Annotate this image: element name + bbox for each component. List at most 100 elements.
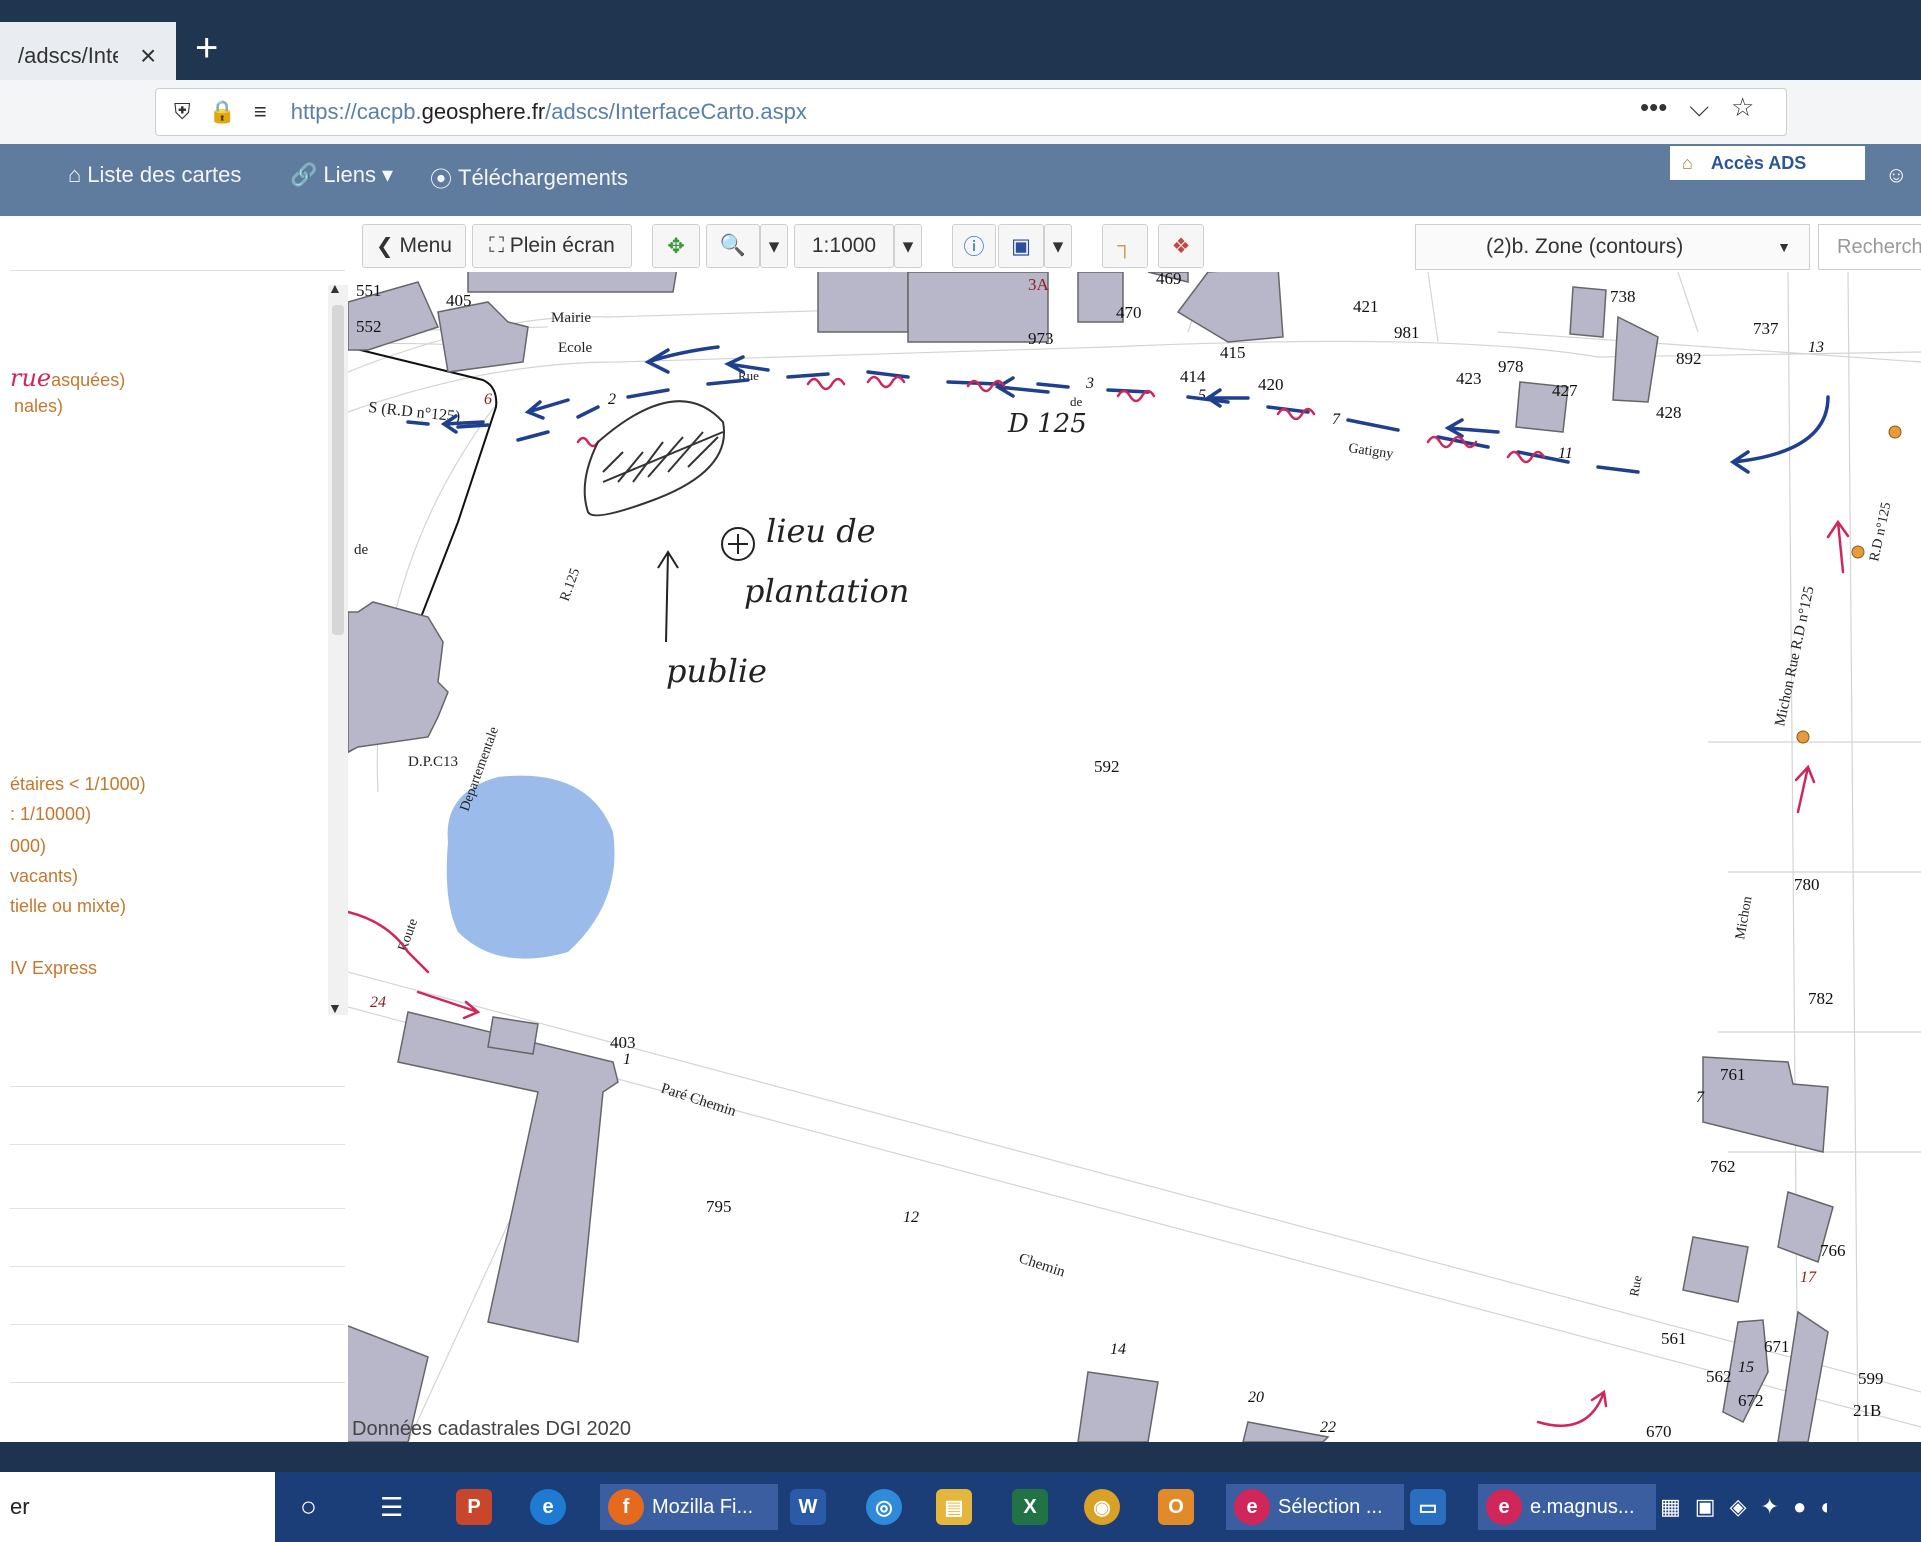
zoom-search-icon[interactable]: 🔍	[706, 224, 760, 268]
shield-icon[interactable]: ⛨	[174, 99, 191, 125]
pocket-icon[interactable]: ⌵	[1689, 92, 1709, 124]
info-icon[interactable]: ⓘ	[952, 224, 996, 268]
street-number: 5	[1198, 387, 1206, 404]
onedrive-icon[interactable]: ●	[1793, 1494, 1806, 1520]
chevron-down-icon: ▼	[1777, 239, 1791, 255]
map-label: Mairie	[551, 310, 591, 326]
file-explorer-icon[interactable]: ▤	[936, 1484, 972, 1530]
parcel-number: 766	[1820, 1241, 1846, 1260]
handwritten-plantation: plantation	[744, 572, 909, 610]
powerpoint-icon[interactable]: P	[456, 1484, 492, 1530]
chevron-down-icon[interactable]: ▾	[894, 224, 922, 268]
word-icon[interactable]: W	[790, 1484, 826, 1530]
new-tab-button[interactable]: +	[195, 28, 218, 68]
divider	[10, 1324, 345, 1325]
browser-tab-bar	[0, 0, 1921, 90]
acces-ads-button[interactable]: ⌂ Accès ADS	[1670, 146, 1865, 180]
street-number: 2	[608, 391, 616, 408]
nav-telechargements[interactable]: ⦿ Téléchargements	[430, 162, 628, 194]
meet-icon[interactable]: ▣	[1695, 1494, 1716, 1520]
url-text: https://cacpb.geosphere.fr/adscs/Interfa…	[290, 99, 807, 124]
parcel-number: 738	[1610, 287, 1636, 306]
globe-icon[interactable]: ◎	[866, 1484, 902, 1530]
edge-icon[interactable]: e	[530, 1484, 566, 1530]
parcel-number: 423	[1456, 369, 1482, 388]
permissions-icon[interactable]: ≡	[254, 99, 267, 125]
search-input[interactable]: Recherch	[1818, 224, 1921, 270]
handwritten-d125: D 125	[1007, 409, 1087, 439]
parcel-number: 782	[1808, 989, 1834, 1008]
select-area-icon[interactable]: ▣	[998, 224, 1044, 268]
parcel-number: 892	[1676, 349, 1702, 368]
remote-desktop-icon[interactable]: ▭	[1410, 1484, 1446, 1530]
legend-item[interactable]: tielle ou mixte)	[10, 896, 126, 917]
divider	[10, 1086, 345, 1087]
map-label: D.P.C13	[408, 754, 458, 770]
street-number: 12	[903, 1209, 919, 1226]
parcel-number: 973	[1028, 329, 1054, 348]
left-panel-scrollbar[interactable]	[328, 285, 348, 1015]
cadastral-map: 551 405 552 3A 469 470 973 421 981 738 7…	[348, 272, 1921, 1442]
legend-item[interactable]: vacants)	[10, 866, 78, 887]
taskbar-firefox[interactable]: f Mozilla Fi...	[600, 1484, 778, 1530]
fullscreen-button[interactable]: ⛶ Plein écran	[472, 224, 632, 268]
map-label: Michon Rue R.D n°125	[1772, 585, 1817, 728]
page-actions-menu-icon[interactable]: •••	[1640, 92, 1667, 124]
parcel-number: 671	[1764, 1337, 1790, 1356]
legend-item[interactable]: : 1/10000)	[10, 804, 91, 825]
taskbar-label: Sélection ...	[1278, 1495, 1383, 1518]
chat-icon[interactable]: ◐	[1820, 1494, 1833, 1520]
scroll-down-icon[interactable]: ▼	[328, 1000, 342, 1016]
user-icon[interactable]: ☺	[1885, 162, 1907, 188]
taskbar-selection[interactable]: e Sélection ...	[1226, 1484, 1404, 1530]
street-number: 1	[623, 1051, 631, 1068]
nav-liste-des-cartes[interactable]: ⌂ Liste des cartes	[68, 162, 241, 188]
close-tab-icon[interactable]: ×	[140, 40, 156, 72]
scroll-up-icon[interactable]: ▲	[328, 280, 342, 296]
chrome-icon[interactable]: ◉	[1084, 1484, 1120, 1530]
parcel-number: 21B	[1853, 1401, 1881, 1420]
map-label: Route	[396, 917, 422, 954]
legend-item[interactable]: IV Express	[10, 958, 97, 979]
vpn-icon[interactable]: ✦	[1761, 1494, 1779, 1520]
system-tray[interactable]: ▦ ▣ ◈ ✦ ● ◐	[1660, 1484, 1834, 1530]
street-number: 7	[1332, 411, 1341, 428]
menu-button[interactable]: ❮ Menu	[362, 224, 466, 268]
map-label: de	[354, 542, 369, 558]
nav-liens[interactable]: 🔗 Liens ▾	[290, 162, 393, 188]
map-toolbar: ❮ Menu ⛶ Plein écran ✥ 🔍 ▾ 1:1000 ▾ ⓘ ▣ …	[362, 224, 1222, 270]
lock-icon[interactable]: 🔒	[209, 99, 236, 125]
street-number: 13	[1808, 339, 1824, 356]
chevron-down-icon[interactable]: ▾	[1044, 224, 1072, 268]
cortana-icon[interactable]: ○	[300, 1484, 317, 1530]
map-label: Michon	[1733, 895, 1755, 941]
parcel-number: 414	[1180, 367, 1206, 386]
taskbar-emagnus[interactable]: e e.magnus...	[1478, 1484, 1656, 1530]
chevron-down-icon[interactable]: ▾	[760, 224, 788, 268]
parcel-number: 561	[1661, 1329, 1687, 1348]
outlook-icon[interactable]: O	[1158, 1484, 1194, 1530]
acces-ads-label: Accès ADS	[1710, 152, 1807, 173]
measure-icon[interactable]: ┐	[1102, 224, 1148, 268]
legend-item[interactable]: rueasquées)	[10, 364, 125, 392]
keyboard-icon[interactable]: ▦	[1660, 1494, 1681, 1520]
map-canvas[interactable]: 551 405 552 3A 469 470 973 421 981 738 7…	[348, 272, 1921, 1442]
parcel-number: 599	[1858, 1369, 1884, 1388]
parcel-number: 552	[356, 317, 382, 336]
task-view-icon[interactable]: ☰	[380, 1484, 403, 1530]
taskbar-search[interactable]: er	[0, 1472, 275, 1542]
address-field[interactable]: ⛨ 🔒 ≡ https://cacpb.geosphere.fr/adscs/I…	[155, 88, 1787, 136]
layer-select[interactable]: (2)b. Zone (contours) ▼	[1415, 224, 1810, 270]
parcel-number: 592	[1094, 757, 1120, 776]
excel-icon[interactable]: X	[1012, 1484, 1048, 1530]
legend-item[interactable]: 000)	[10, 836, 46, 857]
layers-icon[interactable]: ❖	[1158, 224, 1204, 268]
legend-item[interactable]: étaires < 1/1000)	[10, 774, 146, 795]
layer-select-value: (2)b. Zone (contours)	[1486, 235, 1684, 258]
bookmark-star-icon[interactable]: ☆	[1731, 92, 1754, 124]
network-icon[interactable]: ◈	[1730, 1494, 1747, 1520]
extent-icon[interactable]: ✥	[652, 224, 700, 268]
street-number: 20	[1248, 1389, 1264, 1406]
legend-item[interactable]: nales)	[14, 396, 63, 417]
scale-select[interactable]: 1:1000	[794, 224, 894, 268]
